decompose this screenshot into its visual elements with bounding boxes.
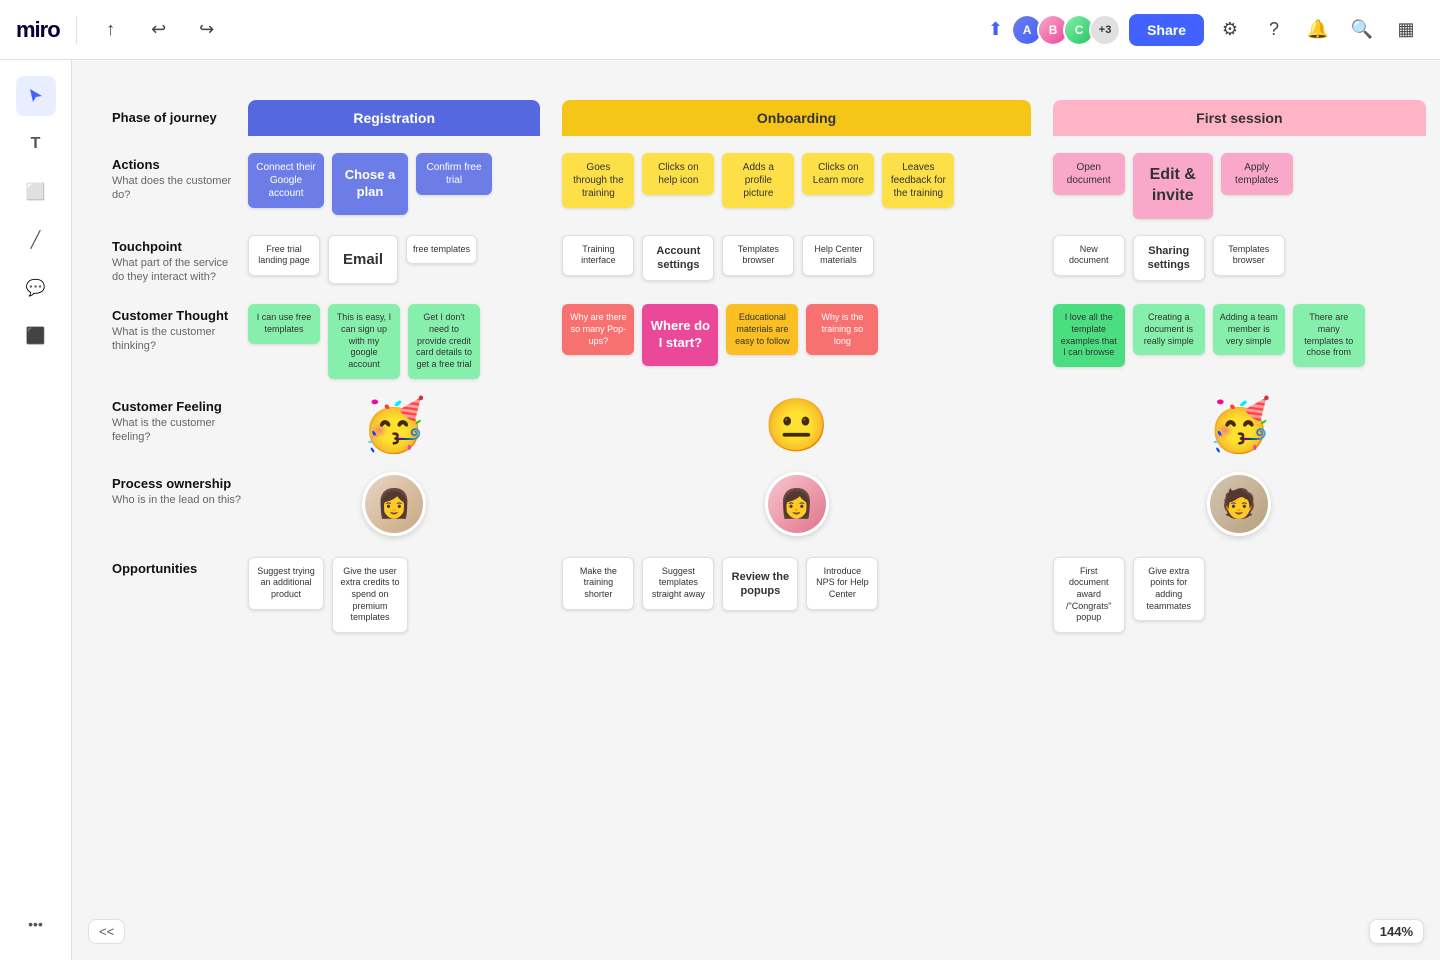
topbar-divider xyxy=(76,16,77,44)
action-card[interactable]: Clicks on Learn more xyxy=(802,153,874,195)
text-tool[interactable]: T xyxy=(16,124,56,164)
process-ownership-title: Process ownership xyxy=(112,476,242,491)
phase-onboarding: Onboarding xyxy=(562,100,1030,136)
customer-feeling-row: Customer Feeling What is the customer fe… xyxy=(112,387,1432,464)
touchpoint-card[interactable]: free templates xyxy=(406,235,477,265)
opportunity-card[interactable]: Give the user extra credits to spend on … xyxy=(332,557,408,633)
owner-avatar-onboarding: 👩 xyxy=(765,472,829,536)
avatar-count: +3 xyxy=(1089,14,1121,46)
opportunities-title: Opportunities xyxy=(112,561,242,576)
touchpoint-card[interactable]: Free trial landing page xyxy=(248,235,320,276)
thought-card[interactable]: Get I don't need to provide credit card … xyxy=(408,304,480,378)
opportunity-card[interactable]: Make the training shorter xyxy=(562,557,634,610)
gap-2 xyxy=(1037,90,1047,145)
opportunity-card[interactable]: Suggest trying an additional product xyxy=(248,557,324,610)
opportunity-card[interactable]: Give extra points for adding teammates xyxy=(1133,557,1205,622)
touchpoint-title: Touchpoint xyxy=(112,239,242,254)
actions-title: Actions xyxy=(112,157,242,172)
customer-thought-row: Customer Thought What is the customer th… xyxy=(112,296,1432,386)
action-card[interactable]: Confirm free trial xyxy=(416,153,492,195)
touchpoint-row: Touchpoint What part of the service do t… xyxy=(112,227,1432,297)
collapse-button[interactable]: << xyxy=(88,919,125,944)
action-card[interactable]: Chose a plan xyxy=(332,153,408,215)
customer-thought-title: Customer Thought xyxy=(112,308,242,323)
help-button[interactable]: ? xyxy=(1256,12,1292,48)
canvas-inner: Phase of journey Registration Onboarding… xyxy=(72,60,1440,671)
phase-registration: Registration xyxy=(248,100,540,136)
customer-thought-subtitle: What is the customer thinking? xyxy=(112,325,242,354)
touchpoint-card[interactable]: Email xyxy=(328,235,398,285)
sidebar: T ⬜ ╱ 💬 ⬛ ••• xyxy=(0,60,72,960)
thought-card[interactable]: Educational materials are easy to follow xyxy=(726,304,798,355)
touchpoint-card[interactable]: Help Center materials xyxy=(802,235,874,276)
owner-avatar-first-session: 🧑 xyxy=(1207,472,1271,536)
export-button[interactable]: ↑ xyxy=(93,12,129,48)
avatar-group: A B C +3 xyxy=(1011,14,1121,46)
undo-button[interactable]: ↩ xyxy=(141,12,177,48)
miro-logo: miro xyxy=(16,17,60,43)
redo-button[interactable]: ↪ xyxy=(189,12,225,48)
comment-tool[interactable]: 💬 xyxy=(16,268,56,308)
gap-1 xyxy=(546,90,556,145)
cursor-icon: ⬆ xyxy=(988,19,1003,40)
opportunity-card[interactable]: First document award /"Congrats" popup xyxy=(1053,557,1125,633)
thought-card[interactable]: This is easy, I can sign up with my goog… xyxy=(328,304,400,378)
thought-card[interactable]: Why is the training so long xyxy=(806,304,878,355)
touchpoint-card[interactable]: Account settings xyxy=(642,235,714,282)
action-card[interactable]: Edit & invite xyxy=(1133,153,1213,219)
action-card[interactable]: Apply templates xyxy=(1221,153,1293,195)
touchpoint-card[interactable]: Templates browser xyxy=(1213,235,1285,276)
sticky-note-tool[interactable]: ⬜ xyxy=(16,172,56,212)
touchpoint-card[interactable]: Templates browser xyxy=(722,235,794,276)
more-tools[interactable]: ••• xyxy=(16,904,56,944)
journey-map-table: Phase of journey Registration Onboarding… xyxy=(112,90,1432,641)
thought-card[interactable]: Adding a team member is very simple xyxy=(1213,304,1285,355)
owner-avatar-registration: 👩 xyxy=(362,472,426,536)
thought-card[interactable]: Why are there so many Pop-ups? xyxy=(562,304,634,355)
canvas[interactable]: Phase of journey Registration Onboarding… xyxy=(72,60,1440,960)
action-card[interactable]: Clicks on help icon xyxy=(642,153,714,195)
share-button[interactable]: Share xyxy=(1129,14,1204,46)
feeling-emoji-first-session: 🥳 xyxy=(1207,397,1272,455)
process-ownership-subtitle: Who is in the lead on this? xyxy=(112,493,242,507)
customer-feeling-subtitle: What is the customer feeling? xyxy=(112,416,242,445)
touchpoint-card[interactable]: New document xyxy=(1053,235,1125,276)
cursor-tool[interactable] xyxy=(16,76,56,116)
actions-subtitle: What does the customer do? xyxy=(112,174,242,203)
actions-row: Actions What does the customer do? Conne… xyxy=(112,145,1432,227)
feeling-emoji-registration: 🥳 xyxy=(362,397,427,455)
action-card[interactable]: Open document xyxy=(1053,153,1125,195)
opportunity-card[interactable]: Introduce NPS for Help Center xyxy=(806,557,878,610)
line-tool[interactable]: ╱ xyxy=(16,220,56,260)
apps-button[interactable]: ▦ xyxy=(1388,12,1424,48)
action-card[interactable]: Leaves feedback for the training xyxy=(882,153,954,208)
customer-feeling-title: Customer Feeling xyxy=(112,399,242,414)
opportunity-card[interactable]: Suggest templates straight away xyxy=(642,557,714,610)
touchpoint-subtitle: What part of the service do they interac… xyxy=(112,256,242,285)
zoom-indicator: 144% xyxy=(1369,919,1424,944)
action-card[interactable]: Adds a profile picture xyxy=(722,153,794,208)
action-card[interactable]: Connect their Google account xyxy=(248,153,324,208)
opportunities-row: Opportunities Suggest trying an addition… xyxy=(112,549,1432,641)
process-ownership-row: Process ownership Who is in the lead on … xyxy=(112,464,1432,549)
phase-header-row: Phase of journey Registration Onboarding… xyxy=(112,90,1432,145)
search-button[interactable]: 🔍 xyxy=(1344,12,1380,48)
frame-tool[interactable]: ⬛ xyxy=(16,316,56,356)
thought-card[interactable]: I can use free templates xyxy=(248,304,320,343)
topbar-right: ⬆ A B C +3 Share ⚙ ? 🔔 🔍 ▦ xyxy=(988,12,1424,48)
thought-card[interactable]: There are many templates to chose from xyxy=(1293,304,1365,367)
topbar: miro ↑ ↩ ↪ ⬆ A B C +3 Share ⚙ ? 🔔 🔍 ▦ xyxy=(0,0,1440,60)
thought-card[interactable]: I love all the template examples that I … xyxy=(1053,304,1125,367)
thought-card[interactable]: Where do I start? xyxy=(642,304,718,366)
phase-of-journey-label: Phase of journey xyxy=(112,100,242,135)
phase-first-session: First session xyxy=(1053,100,1426,136)
opportunity-card[interactable]: Review the popups xyxy=(722,557,798,612)
notifications-button[interactable]: 🔔 xyxy=(1300,12,1336,48)
feeling-emoji-onboarding: 😐 xyxy=(764,397,829,455)
touchpoint-card[interactable]: Training interface xyxy=(562,235,634,276)
thought-card[interactable]: Creating a document is really simple xyxy=(1133,304,1205,355)
customize-button[interactable]: ⚙ xyxy=(1212,12,1248,48)
touchpoint-card[interactable]: Sharing settings xyxy=(1133,235,1205,282)
action-card[interactable]: Goes through the training xyxy=(562,153,634,208)
